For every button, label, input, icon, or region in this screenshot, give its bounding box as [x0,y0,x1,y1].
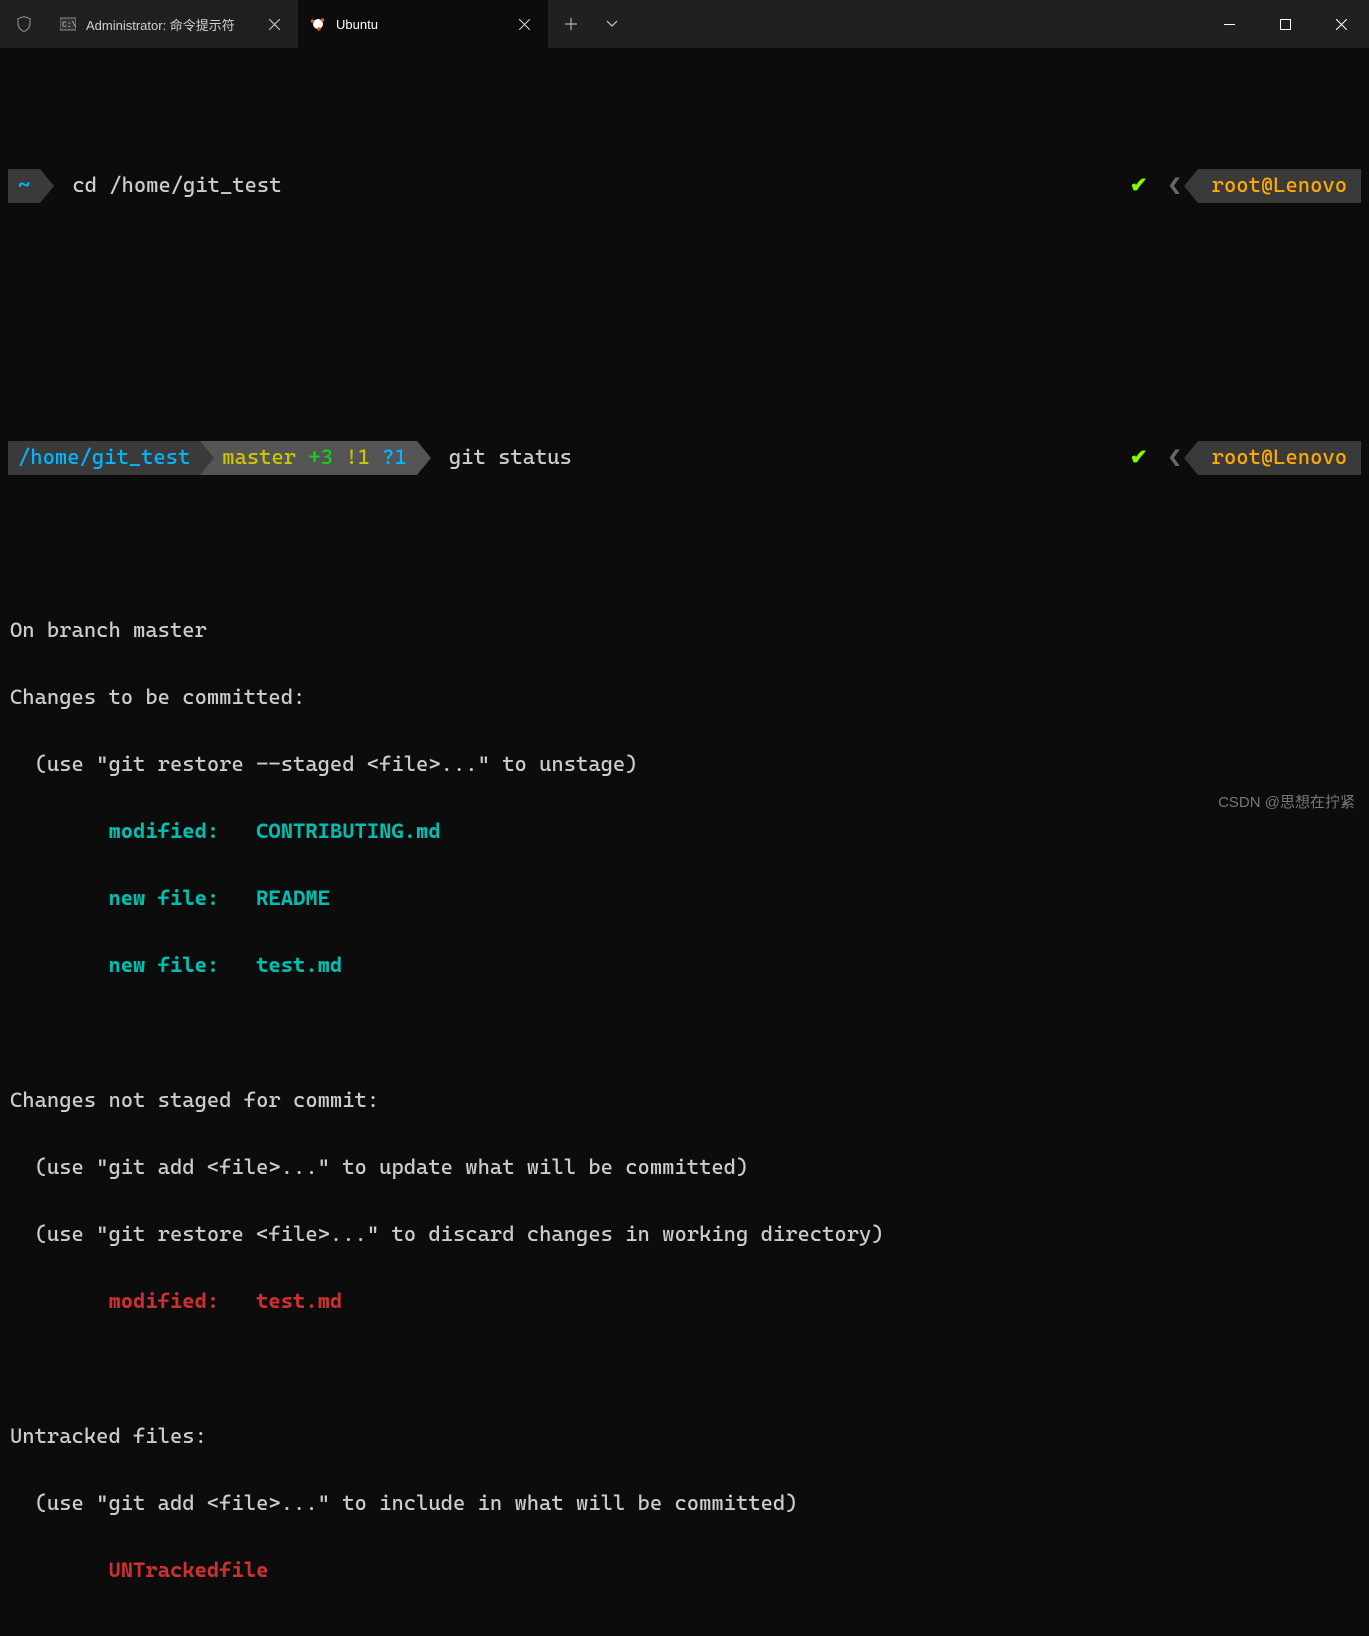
output-line: On branch master [10,614,1361,648]
prompt-git: master +3 !1 ?1 [200,441,417,475]
ubuntu-icon [310,16,326,32]
output-line [10,1353,1361,1387]
prompt-line-2: /home/git_test master +3 !1 ?1 git statu… [8,439,1361,477]
output-line: Untracked files: [10,1420,1361,1454]
tab-label: Administrator: 命令提示符 [86,15,235,34]
output-line: Changes to be committed: [10,681,1361,715]
command-text: cd /home/git_test [54,169,281,203]
tab-label: Ubuntu [336,17,378,32]
check-icon: ✔ [1120,441,1162,475]
watermark: CSDN @思想在拧紧 [1218,791,1355,812]
chevron-right-icon [40,169,54,203]
prompt-dir: ~ [8,169,40,203]
chevron-right-icon [200,441,214,475]
output-line: modified: CONTRIBUTING.md [10,815,1361,849]
close-icon[interactable] [516,16,532,32]
output-line: (use "git restore <file>..." to discard … [10,1218,1361,1252]
chevron-right-icon [417,441,431,475]
prompt-line-1: ~ cd /home/git_test ✔ ❮ root@Lenovo [8,167,1361,205]
close-button[interactable] [1313,0,1369,48]
titlebar: C:\ Administrator: 命令提示符 Ubuntu [0,0,1369,48]
git-status-output: On branch master Changes to be committed… [8,580,1361,1636]
chevron-left-icon: ❮ [1162,167,1184,205]
output-line: UNTrackedfile [10,1554,1361,1588]
output-line: modified: test.md [10,1285,1361,1319]
output-line: new file: README [10,882,1361,916]
tab-cmd[interactable]: C:\ Administrator: 命令提示符 [48,0,298,48]
new-tab-button[interactable] [548,0,594,48]
chevron-left-icon [1184,441,1198,475]
output-line: (use "git add <file>..." to update what … [10,1151,1361,1185]
output-line: (use "git add <file>..." to include in w… [10,1487,1361,1521]
maximize-button[interactable] [1257,0,1313,48]
prompt-user: root@Lenovo [1198,169,1361,203]
window-controls [1201,0,1369,48]
terminal-viewport[interactable]: ~ cd /home/git_test ✔ ❮ root@Lenovo /hom… [0,48,1369,1636]
svg-text:C:\: C:\ [62,21,76,30]
close-icon[interactable] [266,16,282,32]
command-text: git status [431,441,572,475]
chevron-left-icon [1184,169,1198,203]
tab-ubuntu[interactable]: Ubuntu [298,0,548,48]
shield-icon [0,0,48,48]
tab-dropdown[interactable] [594,0,630,48]
chevron-left-icon: ❮ [1162,439,1184,477]
prompt-user: root@Lenovo [1198,441,1361,475]
check-icon: ✔ [1120,169,1162,203]
output-line: (use "git restore --staged <file>..." to… [10,748,1361,782]
output-line: new file: test.md [10,949,1361,983]
output-line: Changes not staged for commit: [10,1084,1361,1118]
minimize-button[interactable] [1201,0,1257,48]
cmd-icon: C:\ [60,16,76,32]
output-line [10,1017,1361,1051]
prompt-path: /home/git_test [8,441,200,475]
